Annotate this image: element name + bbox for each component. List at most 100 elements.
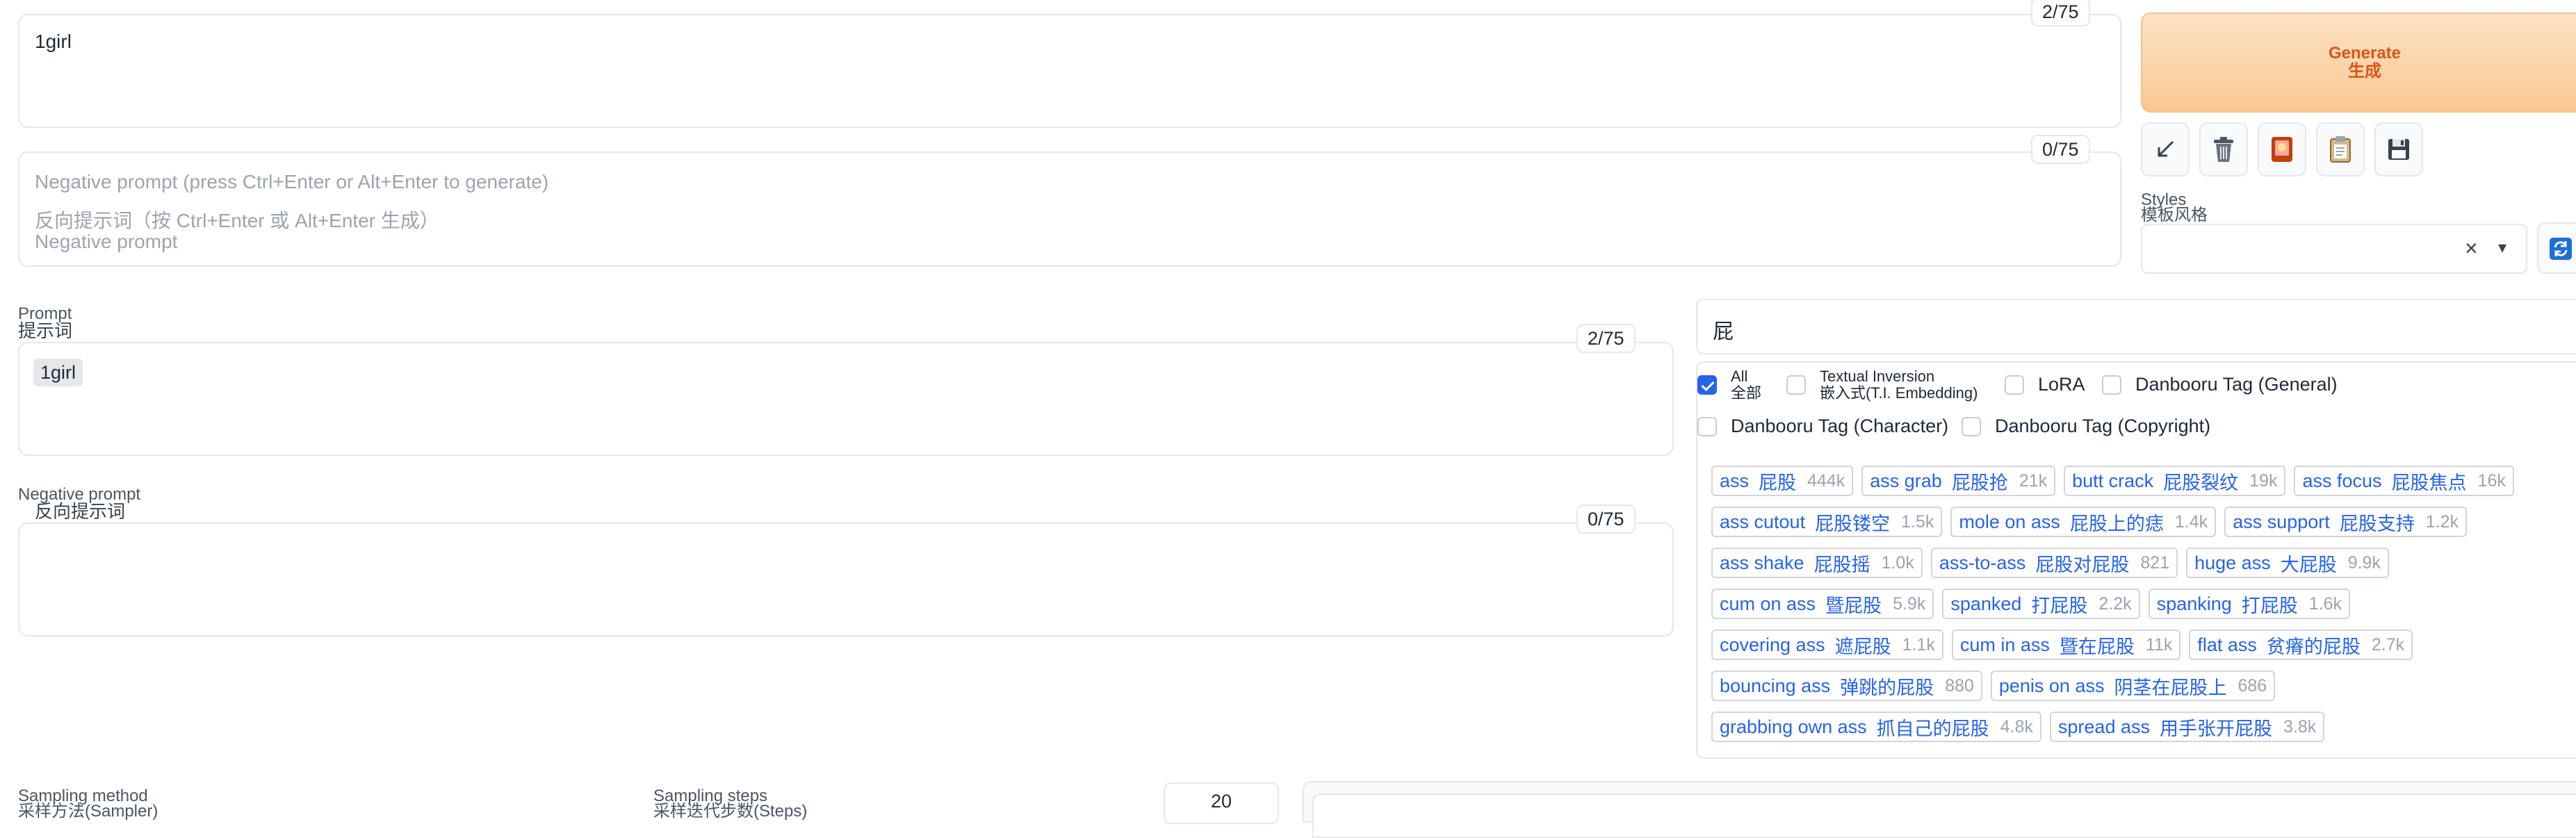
- clear-prompt-button[interactable]: [2199, 122, 2248, 176]
- tag-suggestion-en: spread ass: [2057, 716, 2150, 737]
- refresh-styles-button[interactable]: [2537, 222, 2576, 274]
- tag-suggestion[interactable]: covering ass 遮屁股 1.1k: [1711, 630, 1943, 660]
- tag-suggestion-en: ass shake: [1720, 552, 1804, 573]
- right-bottom-panel: [1303, 781, 2576, 838]
- editor-prompt-box[interactable]: 1girl: [18, 342, 1674, 456]
- arrow-icon: [2158, 140, 2174, 157]
- generate-button[interactable]: Generate 生成: [2141, 13, 2576, 113]
- tag-suggestion[interactable]: huge ass 大屁股 9.9k: [2186, 548, 2389, 578]
- filter-ti-label-zh: 嵌入式(T.I. Embedding): [1820, 384, 1978, 402]
- tag-suggestion-count: 1.5k: [1901, 511, 1934, 532]
- tag-suggestion[interactable]: spanking 打屁股 1.6k: [2148, 589, 2351, 619]
- prompt-textarea[interactable]: 1girl: [18, 14, 2121, 128]
- tag-suggestion-en: flat ass: [2197, 634, 2257, 655]
- tag-suggestion-count: 9.9k: [2347, 552, 2381, 573]
- tag-suggestion-zh: 大屁股: [2280, 554, 2337, 575]
- tag-suggestion[interactable]: ass cutout 屁股镂空 1.5k: [1711, 507, 1943, 537]
- tag-suggestion[interactable]: mole on ass 屁股上的痣 1.4k: [1950, 507, 2217, 537]
- filter-lora-checkbox[interactable]: [2005, 375, 2024, 395]
- refresh-icon: [2550, 238, 2572, 260]
- tag-suggestion-count: 21k: [2019, 470, 2048, 491]
- editor-negative-box[interactable]: [18, 523, 1674, 636]
- tag-suggestion[interactable]: grabbing own ass 抓自己的屁股 4.8k: [1711, 712, 2041, 742]
- tag-suggestion-zh: 屁股支持: [2339, 513, 2415, 534]
- tag-suggestion-en: bouncing ass: [1720, 675, 1831, 696]
- read-params-button[interactable]: [2141, 122, 2190, 176]
- filter-all-checkbox[interactable]: [1697, 375, 1717, 395]
- tag-suggestion[interactable]: spread ass 用手张开屁股 3.8k: [2049, 712, 2325, 742]
- tag-suggestion-count: 4.8k: [2000, 716, 2033, 737]
- tag-search-input[interactable]: 屁: [1696, 299, 2576, 354]
- filter-danbooru-copyright-checkbox[interactable]: [1962, 416, 1981, 436]
- tag-row: grabbing own ass 抓自己的屁股 4.8k spread ass 用手张开…: [1711, 712, 2325, 742]
- prompt-token-chip[interactable]: 1girl: [33, 359, 83, 386]
- clipboard-icon: [2330, 136, 2351, 163]
- tag-suggestion[interactable]: flat ass 贫瘠的屁股 2.7k: [2189, 630, 2413, 660]
- filter-danbooru-copyright[interactable]: Danbooru Tag (Copyright): [1962, 416, 2210, 437]
- tag-suggestion-en: ass grab: [1870, 470, 1942, 491]
- editor-prompt-counter: 2/75: [1576, 324, 1636, 353]
- tag-row: covering ass 遮屁股 1.1k cum in ass 暨在屁股 11k flat…: [1711, 630, 2413, 660]
- sampling-steps-input[interactable]: 20: [1164, 782, 1279, 824]
- tag-suggestion-en: ass support: [2233, 511, 2330, 532]
- editor-negative-label-zh: 反向提示词: [35, 501, 126, 522]
- tag-suggestion-zh: 阴茎在屁股上: [2114, 677, 2227, 698]
- tag-suggestion-zh: 屁股焦点: [2391, 472, 2467, 493]
- tag-suggestion[interactable]: cum on ass 暨屁股 5.9k: [1711, 589, 1934, 619]
- filter-all[interactable]: All 全部: [1697, 368, 1761, 402]
- tag-suggestion-en: huge ass: [2194, 552, 2271, 573]
- tag-suggestion-zh: 抓自己的屁股: [1876, 718, 1989, 739]
- styles-dropdown[interactable]: × ▾: [2141, 224, 2527, 274]
- tag-suggestion-zh: 暨在屁股: [2059, 636, 2135, 657]
- filter-danbooru-copyright-label: Danbooru Tag (Copyright): [1995, 416, 2211, 436]
- tag-suggestion[interactable]: ass shake 屁股摇 1.0k: [1711, 548, 1923, 578]
- tag-suggestion[interactable]: penis on ass 阴茎在屁股上 686: [1990, 671, 2276, 701]
- tag-suggestion[interactable]: spanked 打屁股 2.2k: [1942, 589, 2140, 619]
- tag-suggestion[interactable]: ass grab 屁股抢 21k: [1861, 466, 2056, 496]
- sampling-method-label-zh: 采样方法(Sampler): [18, 802, 158, 821]
- apply-style-button[interactable]: [2316, 122, 2365, 176]
- trash-icon: [2214, 137, 2233, 162]
- filter-textual-inversion[interactable]: Textual Inversion 嵌入式(T.I. Embedding): [1786, 368, 1978, 402]
- clear-icon[interactable]: ×: [2465, 236, 2478, 260]
- filter-all-label-zh: 全部: [1731, 384, 1762, 402]
- tag-suggestion-count: 2.7k: [2371, 634, 2405, 655]
- tag-suggestion[interactable]: ass support 屁股支持 1.2k: [2224, 507, 2468, 537]
- filter-danbooru-character-checkbox[interactable]: [1697, 416, 1717, 436]
- tag-suggestion-zh: 弹跳的屁股: [1840, 677, 1934, 698]
- filter-danbooru-character[interactable]: Danbooru Tag (Character): [1697, 416, 1948, 437]
- filter-textual-inversion-checkbox[interactable]: [1786, 375, 1806, 395]
- tag-suggestion-zh: 用手张开屁股: [2159, 718, 2272, 739]
- prompt-token-counter: 2/75: [2031, 0, 2090, 26]
- save-style-button[interactable]: [2374, 122, 2423, 176]
- extra-networks-button[interactable]: [2258, 122, 2306, 176]
- tag-suggestion-count: 11k: [2145, 634, 2173, 655]
- tag-suggestion[interactable]: ass focus 屁股焦点 16k: [2294, 466, 2514, 496]
- negative-prompt-textarea[interactable]: Negative prompt (press Ctrl+Enter or Alt…: [18, 151, 2121, 267]
- filter-all-label-en: All: [1731, 368, 1748, 385]
- tag-suggestion-zh: 屁股对屁股: [2035, 554, 2130, 575]
- tag-suggestion[interactable]: cum in ass 暨在屁股 11k: [1951, 630, 2181, 660]
- right-bottom-inner-panel: [1312, 794, 2576, 838]
- filter-lora[interactable]: LoRA: [2005, 374, 2085, 395]
- save-icon: [2388, 139, 2409, 160]
- tag-suggestion-zh: 打屁股: [2031, 595, 2088, 616]
- styles-label-zh: 模板风格: [2141, 206, 2208, 224]
- tag-suggestion[interactable]: butt crack 屁股裂纹 19k: [2064, 466, 2286, 496]
- filter-danbooru-general-checkbox[interactable]: [2102, 375, 2121, 395]
- prompt-token-text: 1girl: [40, 362, 76, 383]
- tag-suggestion-en: mole on ass: [1959, 511, 2060, 532]
- tag-suggestion-count: 16k: [2477, 470, 2506, 491]
- search-query: 屁: [1713, 320, 1734, 343]
- tag-suggestion-en: penis on ass: [1998, 675, 2105, 696]
- chevron-down-icon[interactable]: ▾: [2498, 238, 2506, 258]
- tag-suggestion-count: 1.1k: [1902, 634, 1935, 655]
- tag-suggestion[interactable]: ass-to-ass 屁股对屁股 821: [1930, 548, 2178, 578]
- tag-suggestion-zh: 屁股裂纹: [2163, 472, 2239, 493]
- tag-suggestion[interactable]: ass 屁股 444k: [1711, 466, 1854, 496]
- tag-row: ass 屁股 444k ass grab 屁股抢 21k butt crack 屁股裂纹 19k…: [1711, 466, 2514, 496]
- filter-danbooru-general[interactable]: Danbooru Tag (General): [2102, 374, 2338, 395]
- negative-placeholder-en: Negative prompt (press Ctrl+Enter or Alt…: [35, 171, 549, 192]
- generate-label-zh: 生成: [2348, 62, 2381, 81]
- tag-suggestion[interactable]: bouncing ass 弹跳的屁股 880: [1711, 671, 1982, 701]
